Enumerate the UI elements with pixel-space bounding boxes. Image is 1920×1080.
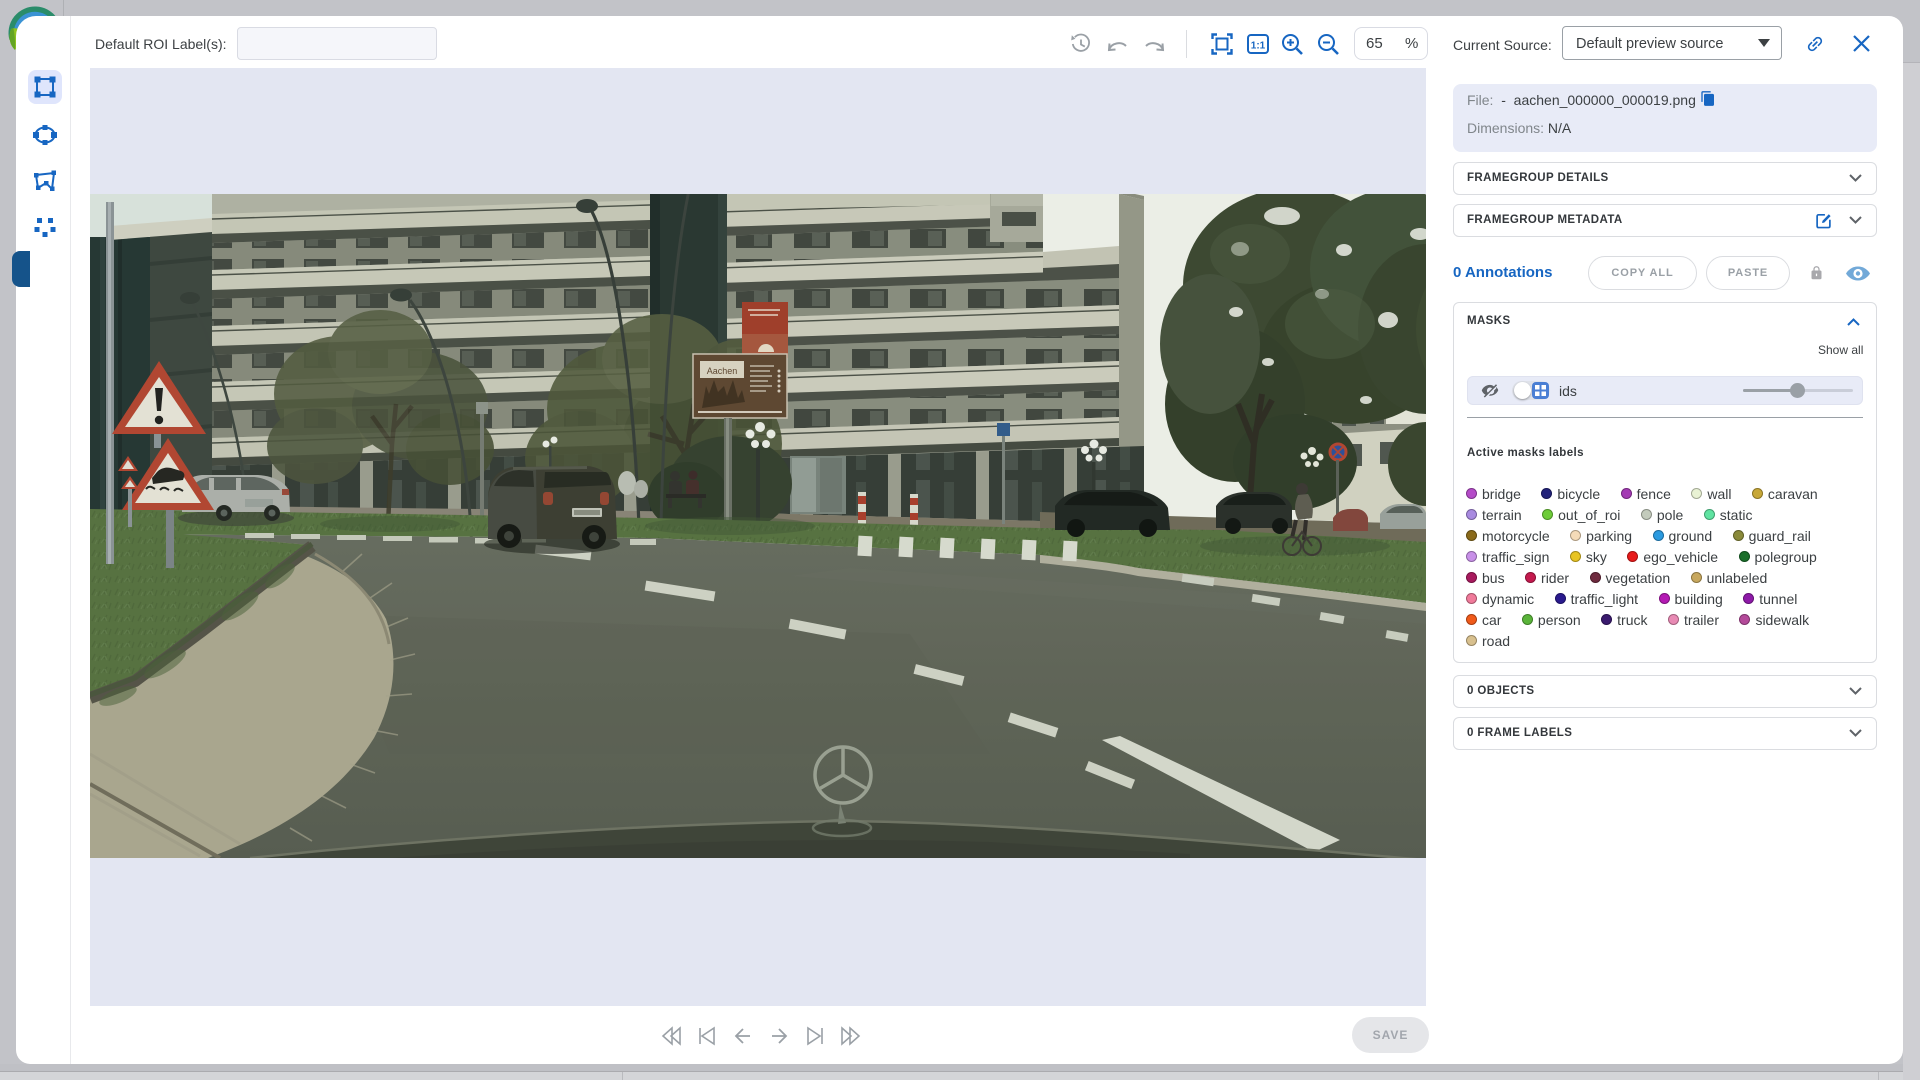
- svg-text:1:1: 1:1: [1251, 41, 1266, 52]
